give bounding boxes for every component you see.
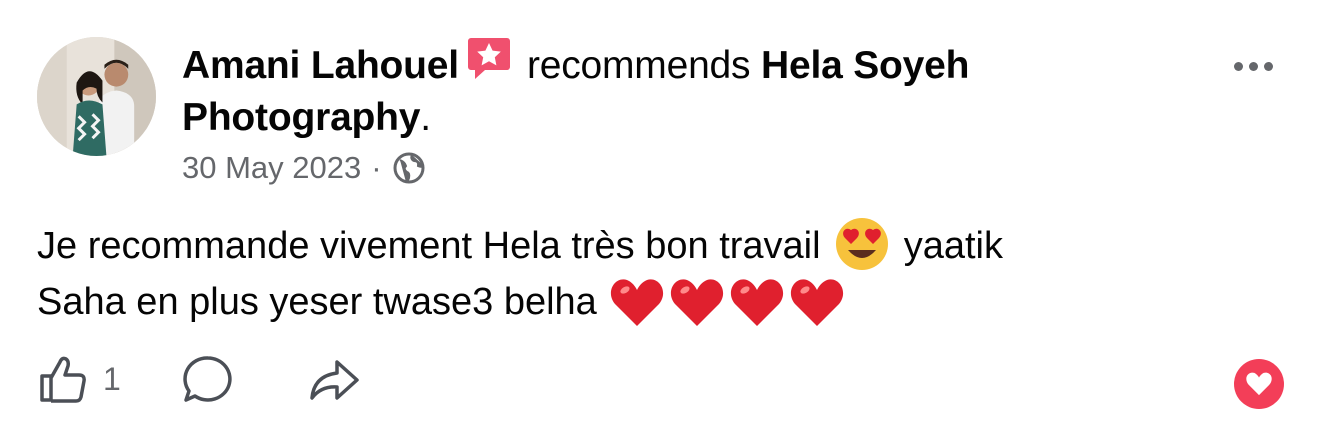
red-heart-emoji-icon (671, 279, 724, 326)
post-body: Je recommande vivement Hela très bon tra… (37, 216, 1277, 330)
like-button[interactable]: 1 (37, 352, 181, 406)
post-text-after-emoji: yaatik (903, 225, 1003, 267)
share-icon (310, 360, 359, 400)
red-heart-emoji-icon (791, 279, 844, 326)
comment-icon (183, 356, 232, 402)
post-headline: Amani Lahouel recommends Hela Soyeh Phot… (182, 34, 1192, 144)
post-actions: 1 (37, 352, 361, 406)
red-heart-emoji-icon (611, 279, 664, 326)
comment-button[interactable] (181, 352, 235, 406)
like-count: 1 (103, 360, 121, 397)
avatar-photo (37, 37, 156, 156)
red-heart-emoji-icon (731, 279, 784, 326)
recommends-verb: recommends (526, 44, 751, 87)
post-header: Amani Lahouel recommends Hela Soyeh Phot… (182, 34, 1192, 144)
heart-reaction-icon (1246, 372, 1272, 396)
author-avatar[interactable] (37, 37, 156, 156)
globe-icon (393, 152, 425, 184)
headline-period: . (420, 96, 431, 139)
heart-eyes-emoji-icon (836, 218, 889, 270)
recommendation-star-icon (467, 38, 510, 79)
post-text-line1: Je recommande vivement Hela très bon tra… (37, 225, 821, 267)
heart-reaction-badge[interactable] (1234, 359, 1284, 409)
share-button[interactable] (307, 352, 361, 406)
author-name[interactable]: Amani Lahouel (182, 44, 459, 87)
meta-separator: · (371, 150, 382, 185)
more-options-icon (1233, 61, 1243, 71)
post-date[interactable]: 30 May 2023 (182, 150, 361, 186)
post-meta: 30 May 2023 · (182, 150, 426, 186)
more-options-button[interactable] (1228, 56, 1278, 76)
thumbs-up-icon (40, 356, 86, 403)
post-text-line2: Saha en plus yeser twase3 belha (37, 281, 597, 323)
